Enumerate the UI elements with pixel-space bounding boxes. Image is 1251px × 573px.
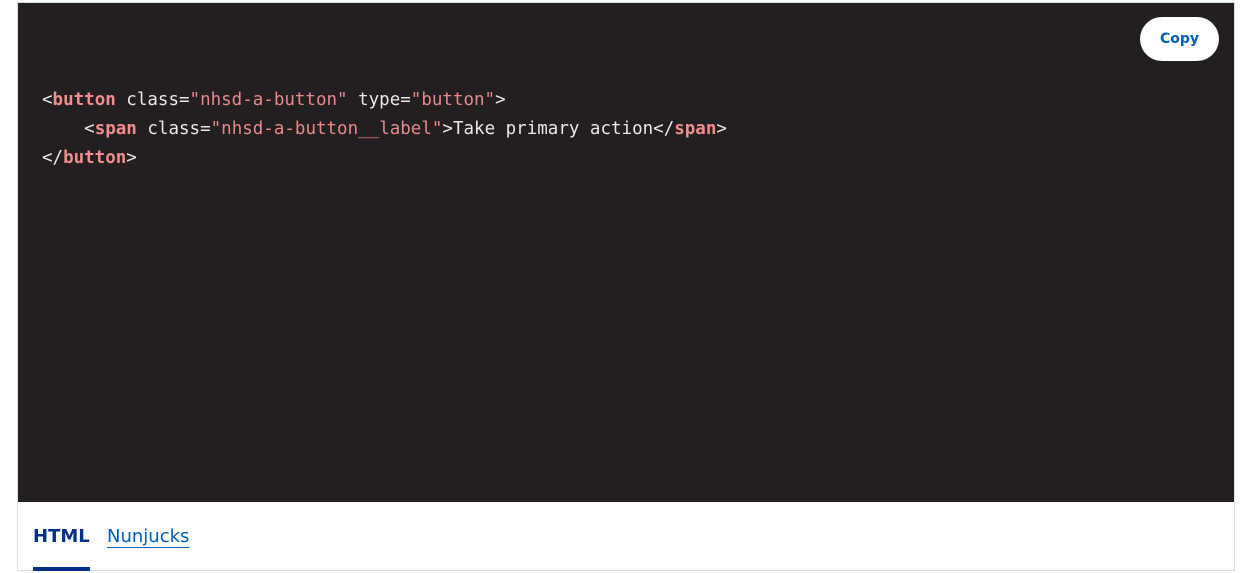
punct-gt: > (126, 148, 137, 168)
tab-html[interactable]: HTML (33, 526, 90, 571)
punct-lt: < (42, 90, 53, 110)
code-line-1: <button class="nhsd-a-button" type="butt… (42, 86, 727, 115)
tag-name: span (94, 119, 137, 139)
punct-gt: > (442, 119, 453, 139)
code-block: Copy <button class="nhsd-a-button" type=… (18, 3, 1234, 502)
attr-name: class= (115, 90, 190, 110)
punct-gt: > (495, 90, 506, 110)
text-content: Take primary action (452, 119, 654, 139)
code-line-3: </button> (42, 144, 727, 173)
tab-nunjucks[interactable]: Nunjucks (107, 526, 189, 547)
punct-close-open: </ (42, 148, 64, 168)
code-example-panel: Copy <button class="nhsd-a-button" type=… (17, 2, 1235, 571)
code-language-tabs: HTML Nunjucks (18, 502, 1234, 571)
punct-lt: < (84, 119, 95, 139)
attr-name: class= (136, 119, 211, 139)
attr-value: "button" (410, 90, 496, 110)
code-snippet: <button class="nhsd-a-button" type="butt… (42, 86, 727, 173)
tag-name: span (674, 119, 717, 139)
punct-gt: > (716, 119, 727, 139)
attr-value: "nhsd-a-button" (189, 90, 348, 110)
tag-name: button (63, 148, 127, 168)
copy-button[interactable]: Copy (1140, 17, 1219, 61)
code-line-2: <span class="nhsd-a-button__label">Take … (42, 115, 727, 144)
tag-name: button (52, 90, 116, 110)
attr-value: "nhsd-a-button__label" (210, 119, 443, 139)
punct-close-open: </ (653, 119, 675, 139)
attr-name: type= (347, 90, 411, 110)
